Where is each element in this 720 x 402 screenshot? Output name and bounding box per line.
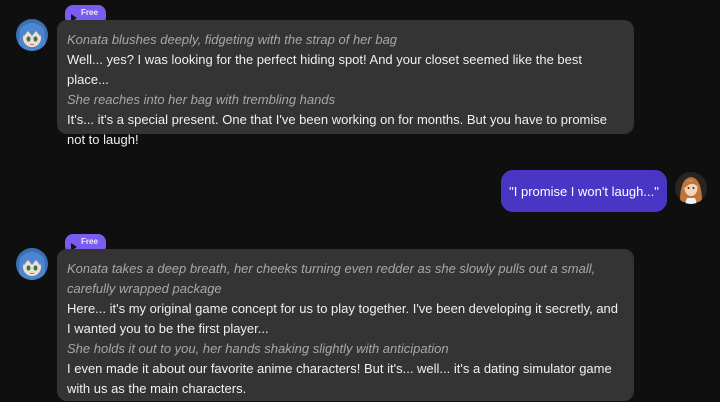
action-text: She holds it out to you, her hands shaki… [67,341,449,356]
badge-label: Free [81,236,98,246]
action-text: Konata takes a deep breath, her cheeks t… [67,261,596,296]
speech-text: It's... it's a special present. One that… [67,112,608,147]
bot-message-bubble: Konata takes a deep breath, her cheeks t… [57,249,634,401]
action-text: Konata blushes deeply, fidgeting with th… [67,32,398,47]
bot-message-bubble: Konata blushes deeply, fidgeting with th… [57,20,634,147]
user-message-bubble: "I promise I won't laugh..." [501,170,667,212]
bot-avatar[interactable] [16,19,48,51]
action-text: She reaches into her bag with trembling … [67,92,336,107]
user-avatar[interactable] [675,172,707,204]
speech-text: Here... it's my original game concept fo… [67,301,619,336]
badge-label: Free [81,7,98,17]
bot-avatar[interactable] [16,248,48,280]
speech-text: I even made it about our favorite anime … [67,361,612,396]
speech-text: Well... yes? I was looking for the perfe… [67,52,582,87]
user-message-text: "I promise I won't laugh..." [509,183,659,199]
